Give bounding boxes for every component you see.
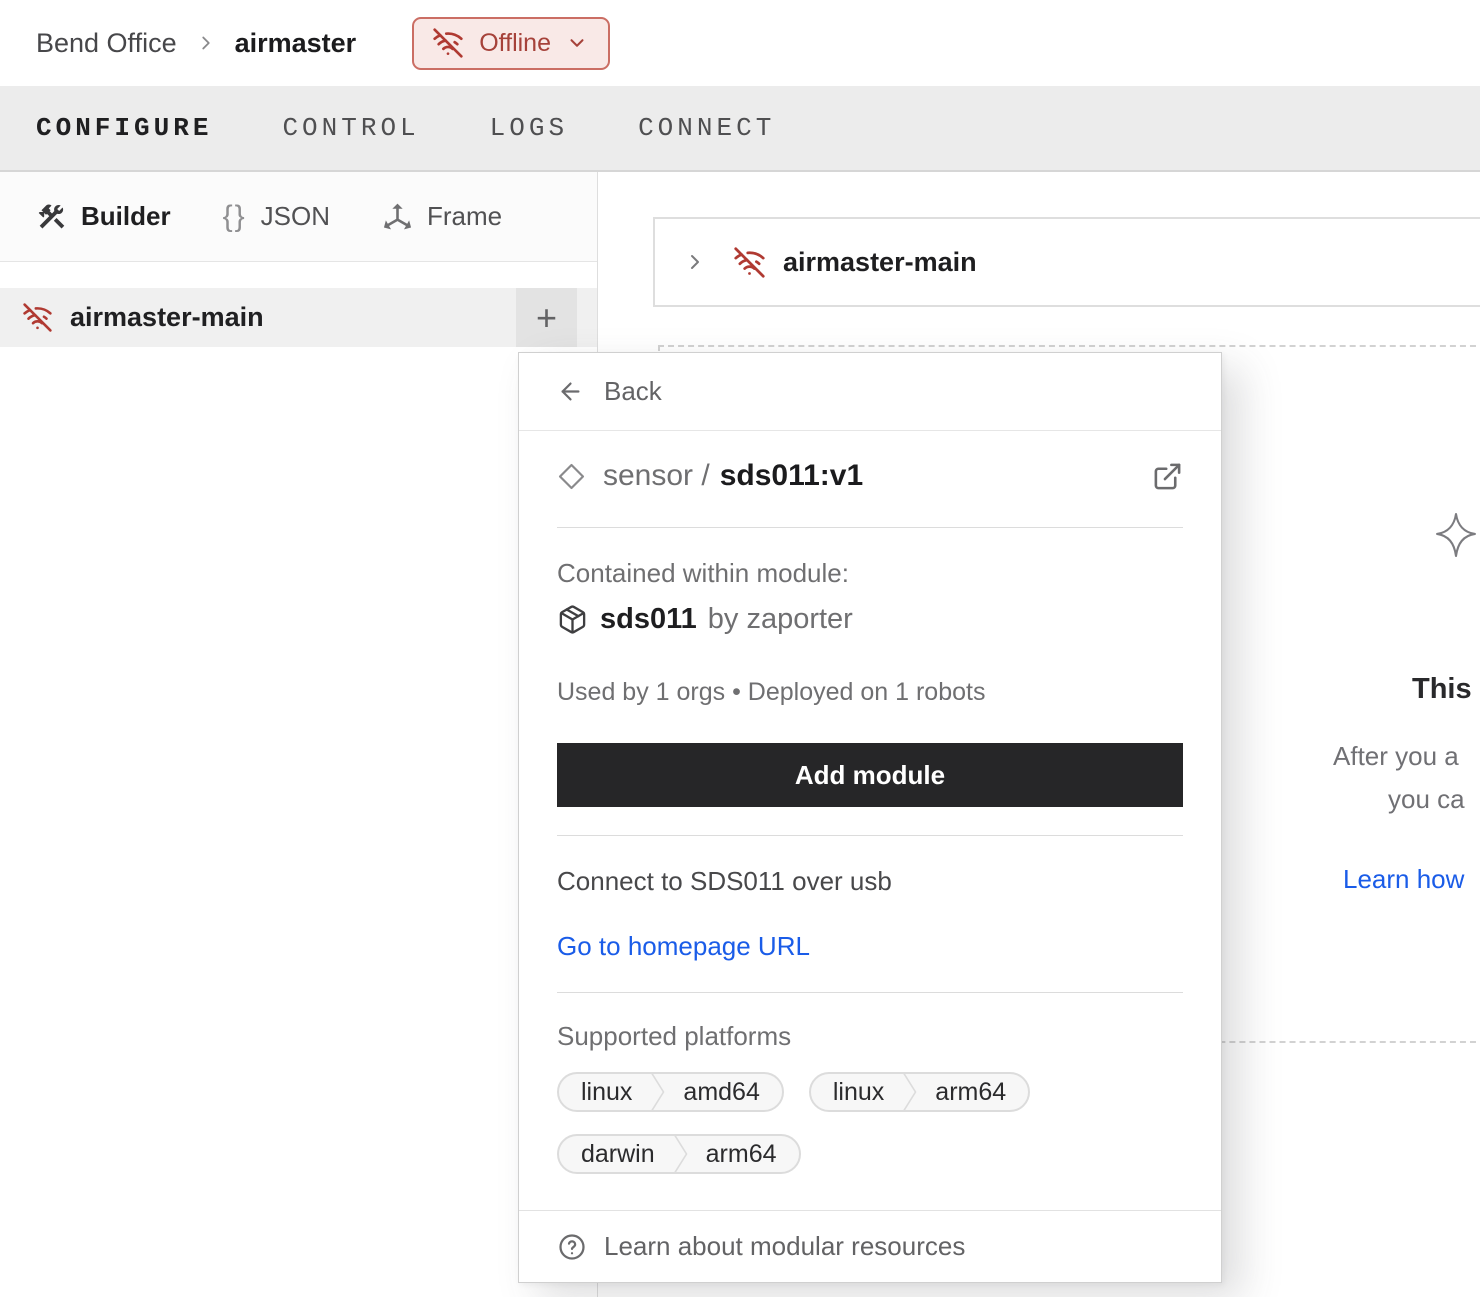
back-button[interactable]: Back [519,353,1221,431]
homepage-url-link[interactable]: Go to homepage URL [557,931,810,962]
module-description: Connect to SDS011 over usb [557,866,1183,897]
divider [557,835,1183,836]
platform-chip: darwin arm64 [557,1134,801,1174]
main-tab-bar: CONFIGURE CONTROL LOGS CONNECT [0,86,1480,172]
machine-part-name: airmaster-main [70,302,516,333]
chip-separator-icon [902,1072,917,1112]
platform-os: darwin [559,1136,677,1172]
breadcrumb: Bend Office airmaster [36,28,356,59]
supported-platforms-label: Supported platforms [557,1021,1183,1052]
tab-logs[interactable]: LOGS [490,113,568,143]
chip-separator-icon [650,1072,665,1112]
footer-link-label: Learn about modular resources [604,1231,965,1262]
chevron-down-icon [566,32,588,54]
tab-control[interactable]: CONTROL [282,113,419,143]
tools-icon [36,201,67,232]
resource-model: sds011:v1 [720,459,863,493]
empty-state-text-line2: you ca [1388,784,1465,815]
expand-chevron-icon[interactable] [683,250,707,274]
tab-configure[interactable]: CONFIGURE [36,113,212,143]
module-details-popup: Back sensor / sds011:v1 Contained within… [518,352,1222,1283]
resource-title-row: sensor / sds011:v1 [557,459,1183,493]
machine-part-card[interactable]: airmaster-main [653,217,1480,307]
viam-machine-page: Bend Office airmaster Offline CONFIGURE … [0,0,1480,1297]
breadcrumb-location[interactable]: Bend Office [36,28,177,59]
tab-frame[interactable]: Frame [382,201,502,232]
tab-frame-label: Frame [427,201,502,232]
platform-chip: linux arm64 [809,1072,1030,1112]
wifi-off-icon [733,246,766,279]
learn-modular-resources-link[interactable]: Learn about modular resources [519,1210,1221,1282]
help-circle-icon [557,1232,587,1262]
platform-chip: linux amd64 [557,1072,784,1112]
platform-arch: amd64 [665,1074,781,1110]
external-link-icon [1152,461,1183,492]
module-line: sds011 by zaporter [557,603,1183,636]
machine-status-badge[interactable]: Offline [412,17,610,70]
sensor-diamond-icon [557,462,586,491]
module-usage-stats: Used by 1 orgs • Deployed on 1 robots [557,678,1183,707]
wifi-off-icon [432,27,464,59]
tab-builder[interactable]: Builder [36,201,171,232]
tab-json-label: JSON [261,201,330,232]
module-author: by zaporter [708,603,853,636]
divider [557,992,1183,993]
left-panel: Builder {} JSON Frame airmaster-main + [0,172,598,1297]
plus-icon: + [536,297,557,339]
tab-builder-label: Builder [81,201,171,232]
module-name: sds011 [600,603,697,636]
platform-chips: linux amd64 linux arm64 darwin arm64 [557,1072,1183,1174]
add-module-button[interactable]: Add module [557,743,1183,807]
empty-state-title: This [1412,673,1472,706]
platform-arch: arm64 [917,1074,1028,1110]
tab-json[interactable]: {} JSON [223,201,330,232]
platform-os: linux [559,1074,654,1110]
popup-body: sensor / sds011:v1 Contained within modu… [519,459,1221,1174]
machine-part-row[interactable]: airmaster-main + [0,288,597,347]
package-icon [557,604,588,635]
wifi-off-icon [22,302,53,333]
status-label: Offline [479,29,551,58]
machine-card-title: airmaster-main [783,247,977,278]
tab-connect[interactable]: CONNECT [638,113,775,143]
breadcrumb-machine: airmaster [235,28,357,59]
divider [557,527,1183,528]
braces-icon: {} [223,202,247,232]
chip-separator-icon [673,1134,688,1174]
axis-icon [382,201,413,232]
sparkle-icon [1435,511,1477,559]
resource-type: sensor / [603,459,710,493]
learn-how-link[interactable]: Learn how [1343,864,1464,895]
platform-arch: arm64 [688,1136,799,1172]
contained-within-label: Contained within module: [557,558,1183,589]
chevron-right-icon [195,32,217,54]
platform-os: linux [811,1074,906,1110]
arrow-left-icon [557,378,584,405]
add-component-button[interactable]: + [516,288,577,347]
header: Bend Office airmaster Offline [0,0,1480,86]
empty-state-text-line1: After you a [1333,741,1459,772]
builder-tab-bar: Builder {} JSON Frame [0,172,597,262]
open-in-registry-button[interactable] [1152,461,1183,492]
back-label: Back [604,376,662,407]
